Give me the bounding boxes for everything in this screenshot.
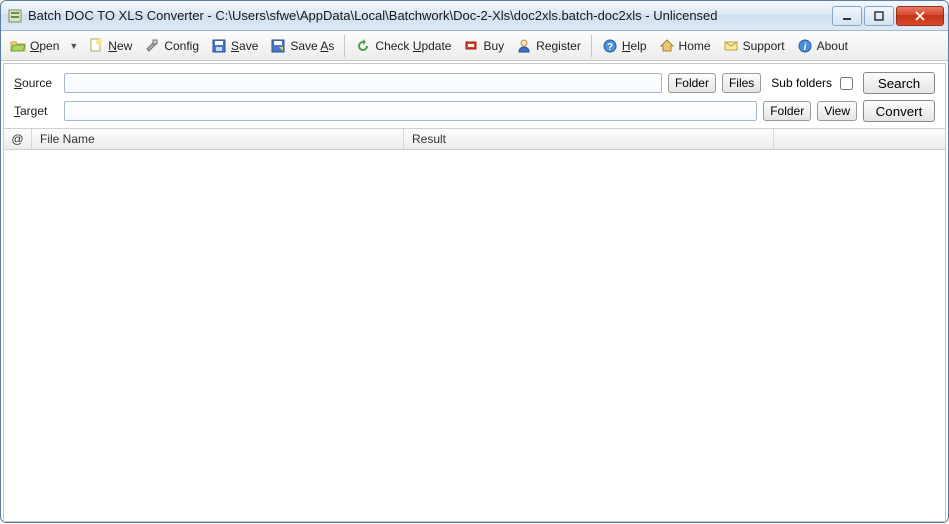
maximize-button[interactable] bbox=[864, 6, 894, 26]
form-area: Source Folder Files Sub folders Search T… bbox=[4, 64, 945, 128]
col-filename[interactable]: File Name bbox=[32, 129, 404, 149]
config-button[interactable]: Config bbox=[139, 34, 204, 58]
about-button[interactable]: i About bbox=[792, 34, 853, 58]
register-button[interactable]: Register bbox=[511, 34, 586, 58]
titlebar: Batch DOC TO XLS Converter - C:\Users\sf… bbox=[1, 1, 948, 31]
support-button[interactable]: Support bbox=[718, 34, 790, 58]
source-input[interactable] bbox=[64, 73, 662, 93]
open-dropdown[interactable]: ▼ bbox=[66, 41, 81, 51]
list-header: @ File Name Result bbox=[4, 128, 945, 150]
source-folder-button[interactable]: Folder bbox=[668, 73, 716, 93]
minimize-button[interactable] bbox=[832, 6, 862, 26]
col-result[interactable]: Result bbox=[404, 129, 774, 149]
folder-open-icon bbox=[10, 38, 26, 54]
help-icon: ? bbox=[602, 38, 618, 54]
window-title: Batch DOC TO XLS Converter - C:\Users\sf… bbox=[28, 8, 832, 23]
open-button[interactable]: Open bbox=[5, 34, 64, 58]
separator bbox=[591, 35, 592, 57]
target-label: Target bbox=[14, 104, 58, 118]
home-button[interactable]: Home bbox=[654, 34, 716, 58]
app-icon bbox=[7, 8, 23, 24]
target-view-button[interactable]: View bbox=[817, 101, 857, 121]
save-button[interactable]: Save bbox=[206, 34, 263, 58]
target-input[interactable] bbox=[64, 101, 757, 121]
user-icon bbox=[516, 38, 532, 54]
subfolders-checkbox[interactable] bbox=[840, 77, 853, 90]
save-icon bbox=[211, 38, 227, 54]
home-icon bbox=[659, 38, 675, 54]
svg-text:?: ? bbox=[607, 42, 613, 53]
separator bbox=[344, 35, 345, 57]
source-label: Source bbox=[14, 76, 58, 90]
col-empty[interactable] bbox=[774, 129, 945, 149]
mail-icon bbox=[723, 38, 739, 54]
source-files-button[interactable]: Files bbox=[722, 73, 761, 93]
save-as-button[interactable]: Save As bbox=[265, 34, 339, 58]
new-file-icon bbox=[88, 38, 104, 54]
check-update-button[interactable]: Check Update bbox=[350, 34, 456, 58]
help-button[interactable]: ? Help bbox=[597, 34, 652, 58]
new-button[interactable]: New bbox=[83, 34, 137, 58]
search-button[interactable]: Search bbox=[863, 72, 935, 94]
config-icon bbox=[144, 38, 160, 54]
convert-button[interactable]: Convert bbox=[863, 100, 935, 122]
close-button[interactable] bbox=[896, 6, 944, 26]
refresh-icon bbox=[355, 38, 371, 54]
target-folder-button[interactable]: Folder bbox=[763, 101, 811, 121]
subfolders-label: Sub folders bbox=[771, 76, 832, 90]
save-as-icon bbox=[270, 38, 286, 54]
svg-text:i: i bbox=[803, 42, 806, 53]
col-at[interactable]: @ bbox=[4, 129, 32, 149]
toolbar: Open ▼ New Config Save Save As Check Upd… bbox=[1, 31, 948, 61]
cart-icon bbox=[463, 38, 479, 54]
buy-button[interactable]: Buy bbox=[458, 34, 509, 58]
list-body[interactable] bbox=[4, 150, 945, 521]
info-icon: i bbox=[797, 38, 813, 54]
